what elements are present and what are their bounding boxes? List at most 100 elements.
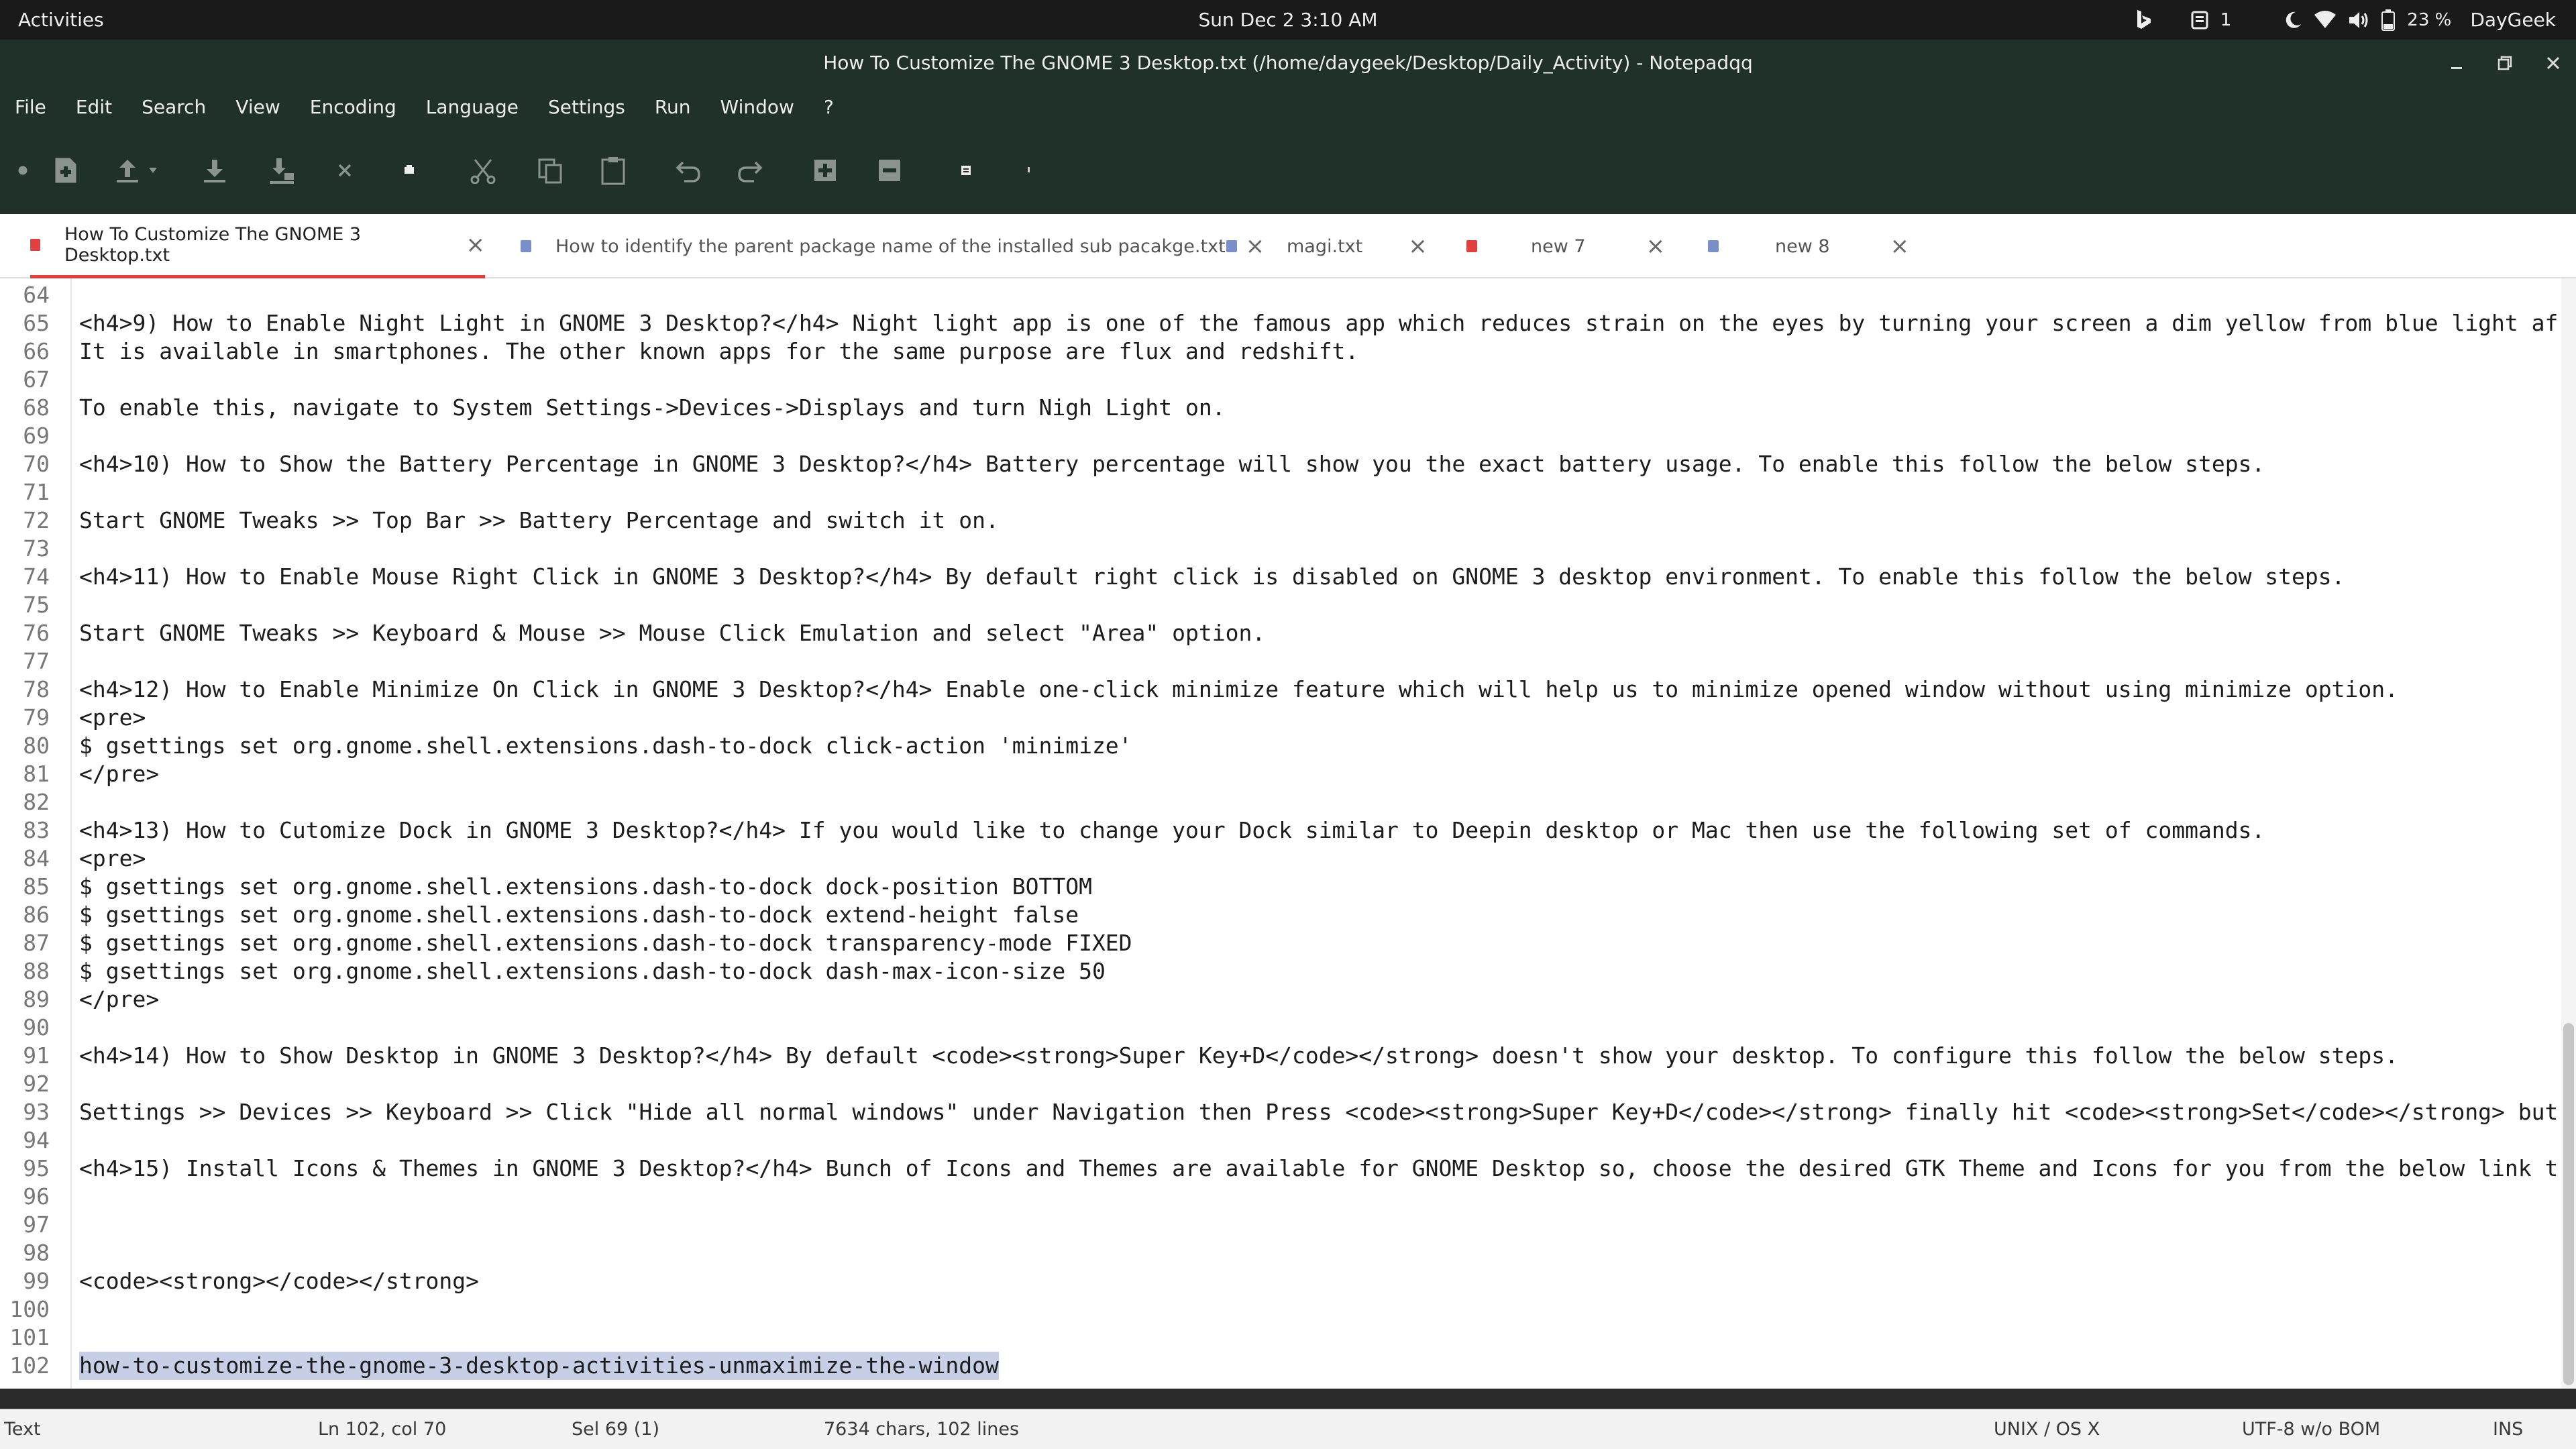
cut-icon[interactable] (463, 150, 503, 191)
paste-icon[interactable] (593, 150, 633, 191)
text-line[interactable]: <h4>11) How to Enable Mouse Right Click … (79, 563, 2345, 591)
text-line[interactable]: $ gsettings set org.gnome.shell.extensio… (79, 929, 1132, 957)
restore-icon[interactable] (2496, 54, 2514, 72)
line-number: 75 (23, 592, 50, 618)
new-file-icon[interactable] (3, 150, 43, 191)
status-bar: Text Ln 102, col 70 Sel 69 (1) 7634 char… (0, 1409, 2576, 1449)
tab-magi[interactable]: magi.txt × (1226, 214, 1428, 278)
text-line[interactable]: <h4>14) How to Show Desktop in GNOME 3 D… (79, 1042, 2398, 1070)
menu-encoding[interactable]: Encoding (310, 96, 396, 118)
text-line[interactable]: $ gsettings set org.gnome.shell.extensio… (79, 732, 1132, 760)
line-number: 82 (23, 789, 50, 815)
line-number: 84 (23, 845, 50, 871)
status-insert-mode[interactable]: INS (2493, 1410, 2523, 1449)
text-line[interactable]: $ gsettings set org.gnome.shell.extensio… (79, 957, 1106, 985)
save-all-icon[interactable] (262, 150, 302, 191)
line-number: 93 (23, 1099, 50, 1125)
close-tab-icon[interactable]: × (1408, 233, 1428, 260)
menu-edit[interactable]: Edit (76, 96, 112, 118)
line-number: 77 (23, 648, 50, 674)
tab-new-7[interactable]: new 7 × (1466, 214, 1665, 278)
volume-icon[interactable] (2348, 7, 2369, 34)
file-icon (1466, 240, 1477, 252)
text-line[interactable]: <pre> (79, 704, 146, 732)
bing-icon[interactable] (2136, 7, 2152, 34)
menu-run[interactable]: Run (655, 96, 691, 118)
battery-icon[interactable] (2381, 7, 2396, 34)
menu-view[interactable]: View (235, 96, 280, 118)
line-number: 87 (23, 930, 50, 956)
close-window-icon[interactable] (2544, 54, 2563, 72)
line-number: 73 (23, 535, 50, 561)
close-tab-icon[interactable]: × (466, 231, 486, 258)
menu-search[interactable]: Search (142, 96, 206, 118)
text-line[interactable]: To enable this, navigate to System Setti… (79, 394, 1226, 422)
vertical-scroll-thumb[interactable] (2563, 1023, 2574, 1385)
text-line[interactable]: $ gsettings set org.gnome.shell.extensio… (79, 901, 1079, 929)
word-wrap-icon[interactable] (946, 150, 986, 191)
text-line[interactable]: $ gsettings set org.gnome.shell.extensio… (79, 873, 1092, 901)
redo-icon[interactable] (730, 150, 770, 191)
notifications-icon[interactable] (2191, 7, 2208, 34)
system-tray: 1 23 % DayGeek (2136, 0, 2556, 40)
vertical-scrollbar[interactable] (2561, 278, 2576, 1389)
activities-button[interactable]: Activities (18, 0, 104, 40)
text-editor[interactable]: 64 65 66 67 68 69 70 71 72 73 74 75 76 77 78 79 80 81 82 83… (0, 278, 2576, 1389)
line-number: 102 (9, 1352, 50, 1379)
close-file-icon[interactable] (325, 150, 365, 191)
tab-parent-package[interactable]: How to identify the parent package name … (521, 214, 1265, 278)
line-number-gutter: 64 65 66 67 68 69 70 71 72 73 74 75 76 77 78 79 80 81 82 83… (0, 278, 72, 1389)
menu-language[interactable]: Language (426, 96, 519, 118)
selected-text-line[interactable]: how-to-customize-the-gnome-3-desktop-act… (79, 1352, 999, 1380)
wifi-icon[interactable] (2314, 7, 2337, 34)
text-line[interactable]: Start GNOME Tweaks >> Top Bar >> Battery… (79, 506, 999, 535)
text-line[interactable]: </pre> (79, 985, 159, 1014)
tab-how-to-customize[interactable]: How To Customize The GNOME 3 Desktop.txt… (30, 214, 485, 278)
menu-file[interactable]: File (15, 96, 46, 118)
line-number: 85 (23, 873, 50, 900)
file-icon (1708, 240, 1719, 252)
line-number: 94 (23, 1127, 50, 1153)
new-document-icon[interactable] (46, 150, 86, 191)
close-tab-icon[interactable]: × (1890, 233, 1910, 260)
text-line[interactable]: <h4>10) How to Show the Battery Percenta… (79, 450, 2265, 478)
text-line[interactable]: Settings >> Devices >> Keyboard >> Click… (79, 1098, 2558, 1126)
text-line[interactable]: Start GNOME Tweaks >> Keyboard & Mouse >… (79, 619, 1265, 647)
status-encoding[interactable]: UTF-8 w/o BOM (2242, 1410, 2380, 1449)
text-line[interactable]: <code><strong></code></strong> (79, 1267, 479, 1295)
save-icon[interactable] (195, 150, 235, 191)
print-icon[interactable] (389, 150, 429, 191)
text-line[interactable]: <h4>15) Install Icons & Themes in GNOME … (79, 1155, 2558, 1183)
zoom-out-icon[interactable] (869, 150, 910, 191)
text-line[interactable]: <h4>13) How to Cutomize Dock in GNOME 3 … (79, 816, 2265, 845)
status-language[interactable]: Text (4, 1410, 41, 1449)
menu-help[interactable]: ? (824, 96, 834, 118)
menu-window[interactable]: Window (720, 96, 794, 118)
text-line[interactable]: <h4>12) How to Enable Minimize On Click … (79, 676, 2398, 704)
copy-icon[interactable] (530, 150, 570, 191)
line-number: 89 (23, 986, 50, 1012)
line-number: 101 (9, 1324, 50, 1350)
line-number: 81 (23, 761, 50, 787)
clock[interactable]: Sun Dec 2 3:10 AM (1198, 9, 1377, 31)
text-line[interactable]: It is available in smartphones. The othe… (79, 337, 1358, 366)
open-file-icon[interactable] (113, 150, 166, 191)
menu-settings[interactable]: Settings (548, 96, 625, 118)
notification-count: 1 (2220, 9, 2232, 30)
tab-new-8[interactable]: new 8 × (1708, 214, 1909, 278)
line-number: 80 (23, 733, 50, 759)
zoom-in-icon[interactable] (805, 150, 845, 191)
line-number: 78 (23, 676, 50, 702)
undo-icon[interactable] (668, 150, 708, 191)
line-number: 71 (23, 479, 50, 505)
tab-label: How To Customize The GNOME 3 Desktop.txt (64, 223, 362, 266)
status-line-endings[interactable]: UNIX / OS X (1994, 1410, 2100, 1449)
line-number: 92 (23, 1071, 50, 1097)
user-menu[interactable]: DayGeek (2470, 9, 2556, 31)
minimize-icon[interactable] (2447, 54, 2466, 72)
close-tab-icon[interactable]: × (1646, 233, 1666, 260)
show-whitespace-icon[interactable] (1009, 150, 1049, 191)
text-line[interactable]: <h4>9) How to Enable Night Light in GNOM… (79, 309, 2558, 337)
text-line[interactable]: </pre> (79, 760, 159, 788)
text-line[interactable]: <pre> (79, 845, 146, 873)
